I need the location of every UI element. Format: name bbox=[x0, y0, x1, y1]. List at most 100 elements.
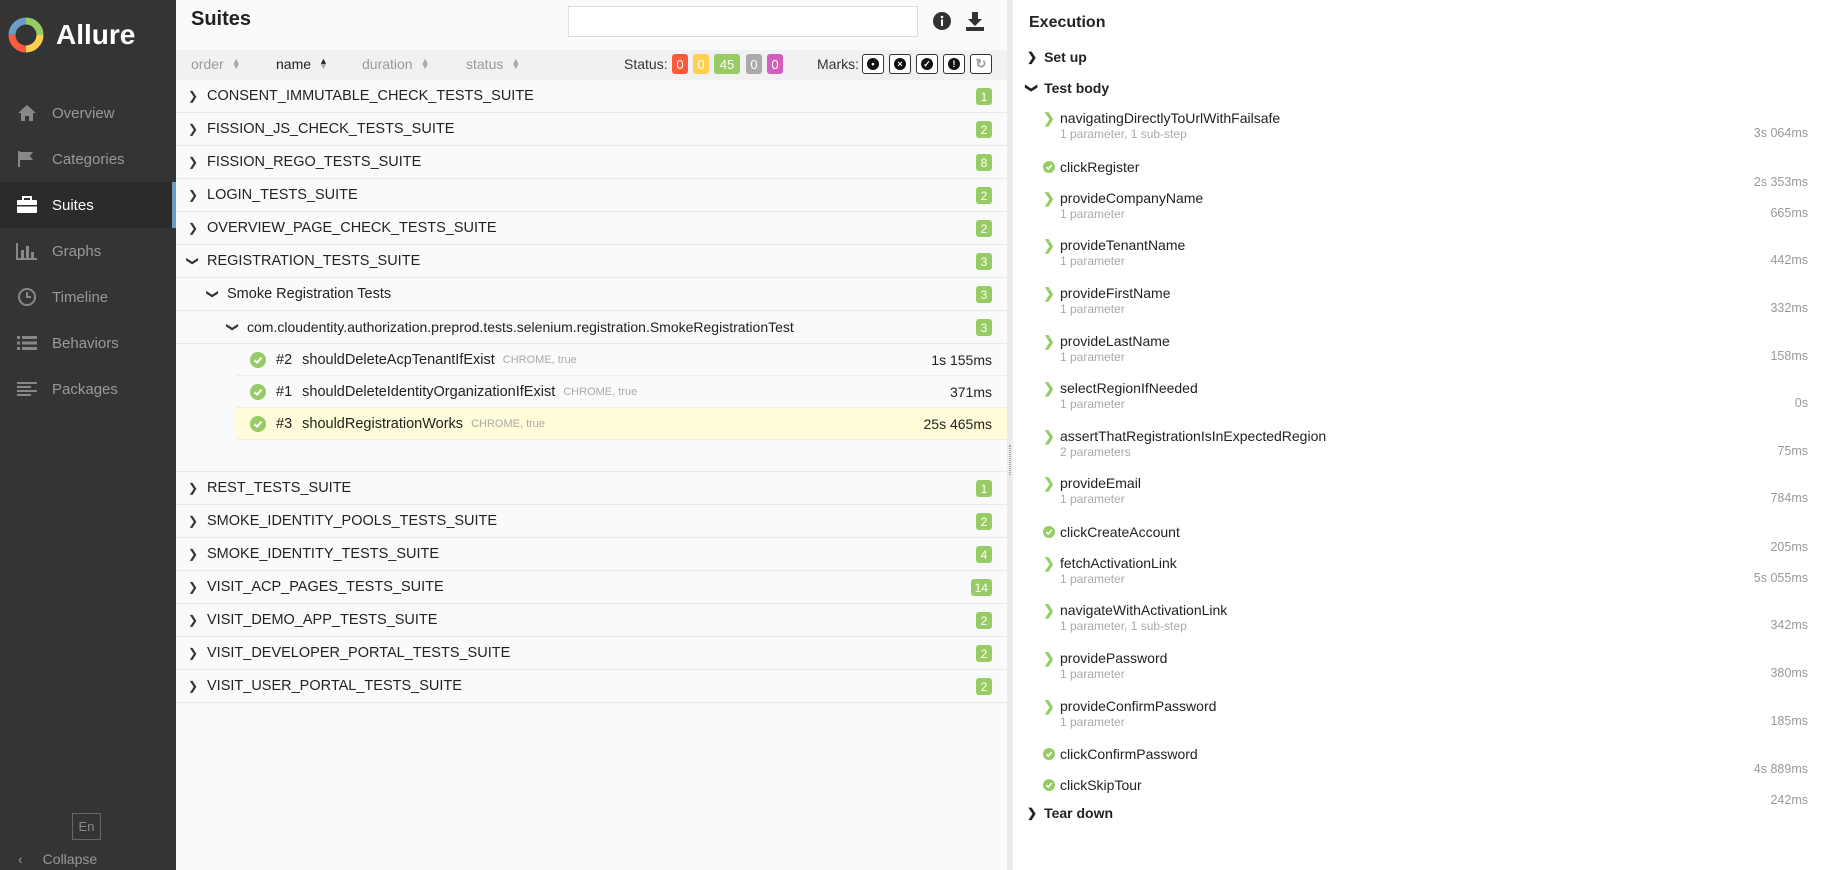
chevron-right-icon: ❯ bbox=[1043, 284, 1055, 301]
suite-row[interactable]: ❯ VISIT_DEVELOPER_PORTAL_TESTS_SUITE 2 bbox=[176, 637, 1007, 670]
sub-suite-row[interactable]: ❯ Smoke Registration Tests 3 bbox=[176, 278, 1007, 311]
chevron-right-icon: ❯ bbox=[187, 679, 199, 693]
suite-row[interactable]: ❯ FISSION_JS_CHECK_TESTS_SUITE 2 bbox=[176, 113, 1007, 146]
status-failed-toggle[interactable]: 0 bbox=[672, 54, 688, 74]
execution-step[interactable]: ❯ provideLastName 1 parameter 158ms bbox=[1043, 333, 1808, 365]
test-body-section-toggle[interactable]: ❯ Test body bbox=[1025, 80, 1109, 96]
sidebar-item-label: Categories bbox=[52, 150, 125, 168]
chevron-right-icon: ❯ bbox=[1043, 649, 1055, 666]
download-icon[interactable] bbox=[964, 10, 986, 32]
suite-row[interactable]: ❯ FISSION_REGO_TESTS_SUITE 8 bbox=[176, 146, 1007, 179]
execution-step[interactable]: ❯ navigateWithActivationLink 1 parameter, … bbox=[1043, 602, 1808, 634]
setup-section-toggle[interactable]: ❯ Set up bbox=[1027, 49, 1087, 65]
suite-row[interactable]: ❯ SMOKE_IDENTITY_POOLS_TESTS_SUITE 2 bbox=[176, 505, 1007, 538]
suite-row[interactable]: ❯ OVERVIEW_PAGE_CHECK_TESTS_SUITE 2 bbox=[176, 212, 1007, 245]
execution-step[interactable]: ❯ selectRegionIfNeeded 1 parameter 0s bbox=[1043, 380, 1808, 412]
status-passed-toggle[interactable]: 45 bbox=[714, 54, 740, 74]
sidebar-item-packages[interactable]: Packages bbox=[0, 366, 176, 412]
suite-row-expanded[interactable]: ❯ REGISTRATION_TESTS_SUITE 3 bbox=[176, 245, 1007, 278]
mark-retries-toggle[interactable]: ↻ bbox=[970, 54, 992, 74]
passed-check-icon bbox=[1043, 748, 1055, 760]
mark-new-failed-toggle[interactable]: × bbox=[889, 54, 911, 74]
suite-row[interactable]: ❯ VISIT_USER_PORTAL_TESTS_SUITE 2 bbox=[176, 670, 1007, 703]
brand[interactable]: Allure bbox=[0, 0, 176, 70]
execution-step[interactable]: ❯ provideCompanyName 1 parameter 665ms bbox=[1043, 189, 1808, 222]
execution-step[interactable]: ❯ fetchActivationLink 1 parameter 5s 055ms bbox=[1043, 555, 1808, 587]
step-duration: 4s 889ms bbox=[1753, 762, 1808, 776]
test-params: CHROME, true bbox=[471, 417, 546, 430]
sort-by-order[interactable]: order ▲ ▼ bbox=[191, 56, 241, 72]
test-case-row[interactable]: #2 shouldDeleteAcpTenantIfExist CHROME, … bbox=[236, 344, 1007, 376]
execution-step[interactable]: ❯ navigatingDirectlyToUrlWithFailsafe 1 pa… bbox=[1043, 110, 1808, 142]
execution-step[interactable]: clickCreateAccount 205ms bbox=[1043, 524, 1808, 554]
test-class-row[interactable]: ❯ com.cloudentity.authorization.preprod.… bbox=[176, 311, 1007, 344]
passed-count-badge: 2 bbox=[976, 612, 992, 629]
chevron-down-icon: ❯ bbox=[226, 321, 240, 333]
sidebar-item-graphs[interactable]: Graphs bbox=[0, 228, 176, 274]
suite-row[interactable]: ❯ VISIT_DEMO_APP_TESTS_SUITE 2 bbox=[176, 604, 1007, 637]
execution-step[interactable]: clickRegister 2s 353ms bbox=[1043, 159, 1808, 189]
execution-step[interactable]: ❯ provideFirstName 1 parameter 332ms bbox=[1043, 284, 1808, 317]
clock-icon bbox=[16, 286, 38, 308]
chevron-right-icon: ❯ bbox=[1043, 427, 1055, 444]
mark-new-passed-toggle[interactable]: ✓ bbox=[916, 54, 938, 74]
execution-step[interactable]: clickConfirmPassword 4s 889ms bbox=[1043, 746, 1808, 776]
step-name: selectRegionIfNeeded bbox=[1060, 380, 1198, 396]
info-icon[interactable] bbox=[932, 11, 952, 31]
step-name: provideFirstName bbox=[1060, 285, 1171, 301]
step-duration: 158ms bbox=[1770, 349, 1808, 363]
test-case-row[interactable]: #1 shouldDeleteIdentityOrganizationIfExi… bbox=[236, 376, 1007, 408]
teardown-section-toggle[interactable]: ❯ Tear down bbox=[1027, 805, 1113, 821]
sidebar-item-label: Packages bbox=[52, 380, 118, 398]
passed-count-badge: 3 bbox=[976, 253, 992, 270]
collapse-button[interactable]: ‹ Collapse bbox=[18, 851, 97, 867]
sort-by-duration[interactable]: duration ▲ ▼ bbox=[362, 56, 430, 72]
status-filter-label: Status: bbox=[624, 56, 668, 72]
sort-label: duration bbox=[362, 56, 413, 72]
sidebar-item-overview[interactable]: Overview bbox=[0, 90, 176, 136]
chevron-right-icon: ❯ bbox=[1043, 189, 1055, 206]
suite-row[interactable]: ❯ CONSENT_IMMUTABLE_CHECK_TESTS_SUITE 1 bbox=[176, 80, 1007, 113]
section-label: Tear down bbox=[1044, 805, 1114, 821]
execution-step[interactable]: ❯ providePassword 1 parameter 380ms bbox=[1043, 649, 1808, 682]
sort-label: order bbox=[191, 56, 224, 72]
chevron-right-icon: ❯ bbox=[187, 155, 199, 169]
section-label: Set up bbox=[1044, 49, 1087, 65]
step-head: clickCreateAccount bbox=[1043, 524, 1808, 540]
mark-new-broken-toggle[interactable]: ! bbox=[943, 54, 965, 74]
sidebar-item-behaviors[interactable]: Behaviors bbox=[0, 320, 176, 366]
execution-title: Execution bbox=[1029, 14, 1106, 31]
test-name: shouldRegistrationWorks bbox=[302, 415, 464, 432]
search-input[interactable] bbox=[568, 6, 918, 37]
sidebar-item-suites[interactable]: Suites bbox=[0, 182, 176, 228]
execution-step[interactable]: clickSkipTour 242ms bbox=[1043, 777, 1808, 807]
suite-row[interactable]: ❯ REST_TESTS_SUITE 1 bbox=[176, 472, 1007, 505]
execution-step[interactable]: ❯ provideConfirmPassword 1 parameter 185ms bbox=[1043, 698, 1808, 730]
chevron-right-icon: ❯ bbox=[187, 580, 199, 594]
status-skipped-toggle[interactable]: 0 bbox=[746, 54, 762, 74]
sort-asc-icon: ▲ ▼ bbox=[319, 56, 328, 71]
suite-row[interactable]: ❯ LOGIN_TESTS_SUITE 2 bbox=[176, 179, 1007, 212]
sidebar-item-categories[interactable]: Categories bbox=[0, 136, 176, 182]
language-button[interactable]: En bbox=[72, 813, 101, 840]
step-head: ❯ provideConfirmPassword bbox=[1043, 698, 1808, 715]
sidebar-item-label: Suites bbox=[52, 196, 94, 214]
status-broken-toggle[interactable]: 0 bbox=[693, 54, 709, 74]
execution-step[interactable]: ❯ provideEmail 1 parameter 784ms bbox=[1043, 475, 1808, 507]
step-duration: 0s bbox=[1794, 396, 1808, 410]
sort-by-status[interactable]: status ▲ ▼ bbox=[466, 56, 520, 72]
chevron-right-icon: ❯ bbox=[1027, 50, 1038, 64]
step-details: 1 parameter bbox=[1060, 715, 1125, 729]
test-case-row-selected[interactable]: #3 shouldRegistrationWorks CHROME, true … bbox=[236, 408, 1007, 440]
sort-by-name[interactable]: name ▲ ▼ bbox=[276, 56, 328, 72]
execution-step[interactable]: ❯ assertThatRegistrationIsInExpectedRegio… bbox=[1043, 427, 1808, 460]
sidebar-item-timeline[interactable]: Timeline bbox=[0, 274, 176, 320]
mark-flaky-toggle[interactable]: • bbox=[862, 54, 884, 74]
suite-row[interactable]: ❯ VISIT_ACP_PAGES_TESTS_SUITE 14 bbox=[176, 571, 1007, 604]
collapse-label: Collapse bbox=[42, 851, 98, 867]
suite-name: REGISTRATION_TESTS_SUITE bbox=[207, 253, 421, 269]
status-unknown-toggle[interactable]: 0 bbox=[767, 54, 783, 74]
execution-step[interactable]: ❯ provideTenantName 1 parameter 442ms bbox=[1043, 237, 1808, 269]
passed-check-icon bbox=[250, 383, 266, 400]
suite-row[interactable]: ❯ SMOKE_IDENTITY_TESTS_SUITE 4 bbox=[176, 538, 1007, 571]
